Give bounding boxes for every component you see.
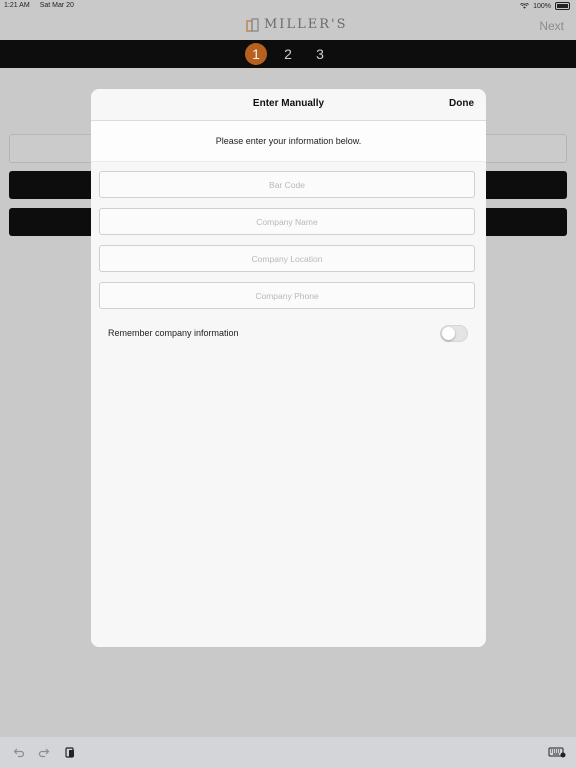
paste-icon[interactable] [64,746,76,758]
enter-manually-modal: Enter Manually Done Please enter your in… [91,89,486,647]
wifi-icon [520,3,529,9]
company-name-field[interactable] [99,208,475,235]
status-time: 1:21 AM [4,2,30,9]
battery-icon [555,2,570,10]
status-bar: 1:21 AM Sat Mar 20 100% [0,0,576,12]
company-phone-field[interactable] [99,282,475,309]
keyboard-shortcut-bar [0,737,576,768]
modal-subtitle: Please enter your information below. [215,136,362,146]
step-2[interactable]: 2 [277,43,299,65]
step-1[interactable]: 1 [245,43,267,65]
logo: MILLER'S [246,17,347,32]
battery-percent: 100% [533,2,551,10]
logo-mark-icon [246,17,259,32]
status-date: Sat Mar 20 [39,2,74,9]
company-location-field[interactable] [99,245,475,272]
toggle-knob [442,327,455,340]
next-button[interactable]: Next [539,19,564,33]
redo-icon[interactable] [38,746,50,758]
app-header: MILLER'S Next [0,12,576,40]
modal-nav-bar: Enter Manually Done [91,89,486,121]
modal-subtitle-area: Please enter your information below. [91,121,486,162]
remember-label: Remember company information [108,328,239,338]
step-3[interactable]: 3 [309,43,331,65]
keyboard-icon[interactable] [548,746,566,758]
remember-toggle[interactable] [440,325,468,342]
step-indicator: 1 2 3 [0,40,576,68]
logo-text: MILLER'S [264,17,348,32]
undo-icon[interactable] [13,746,25,758]
done-button[interactable]: Done [449,98,474,109]
modal-title: Enter Manually [252,98,325,109]
bar-code-field[interactable] [99,171,475,198]
